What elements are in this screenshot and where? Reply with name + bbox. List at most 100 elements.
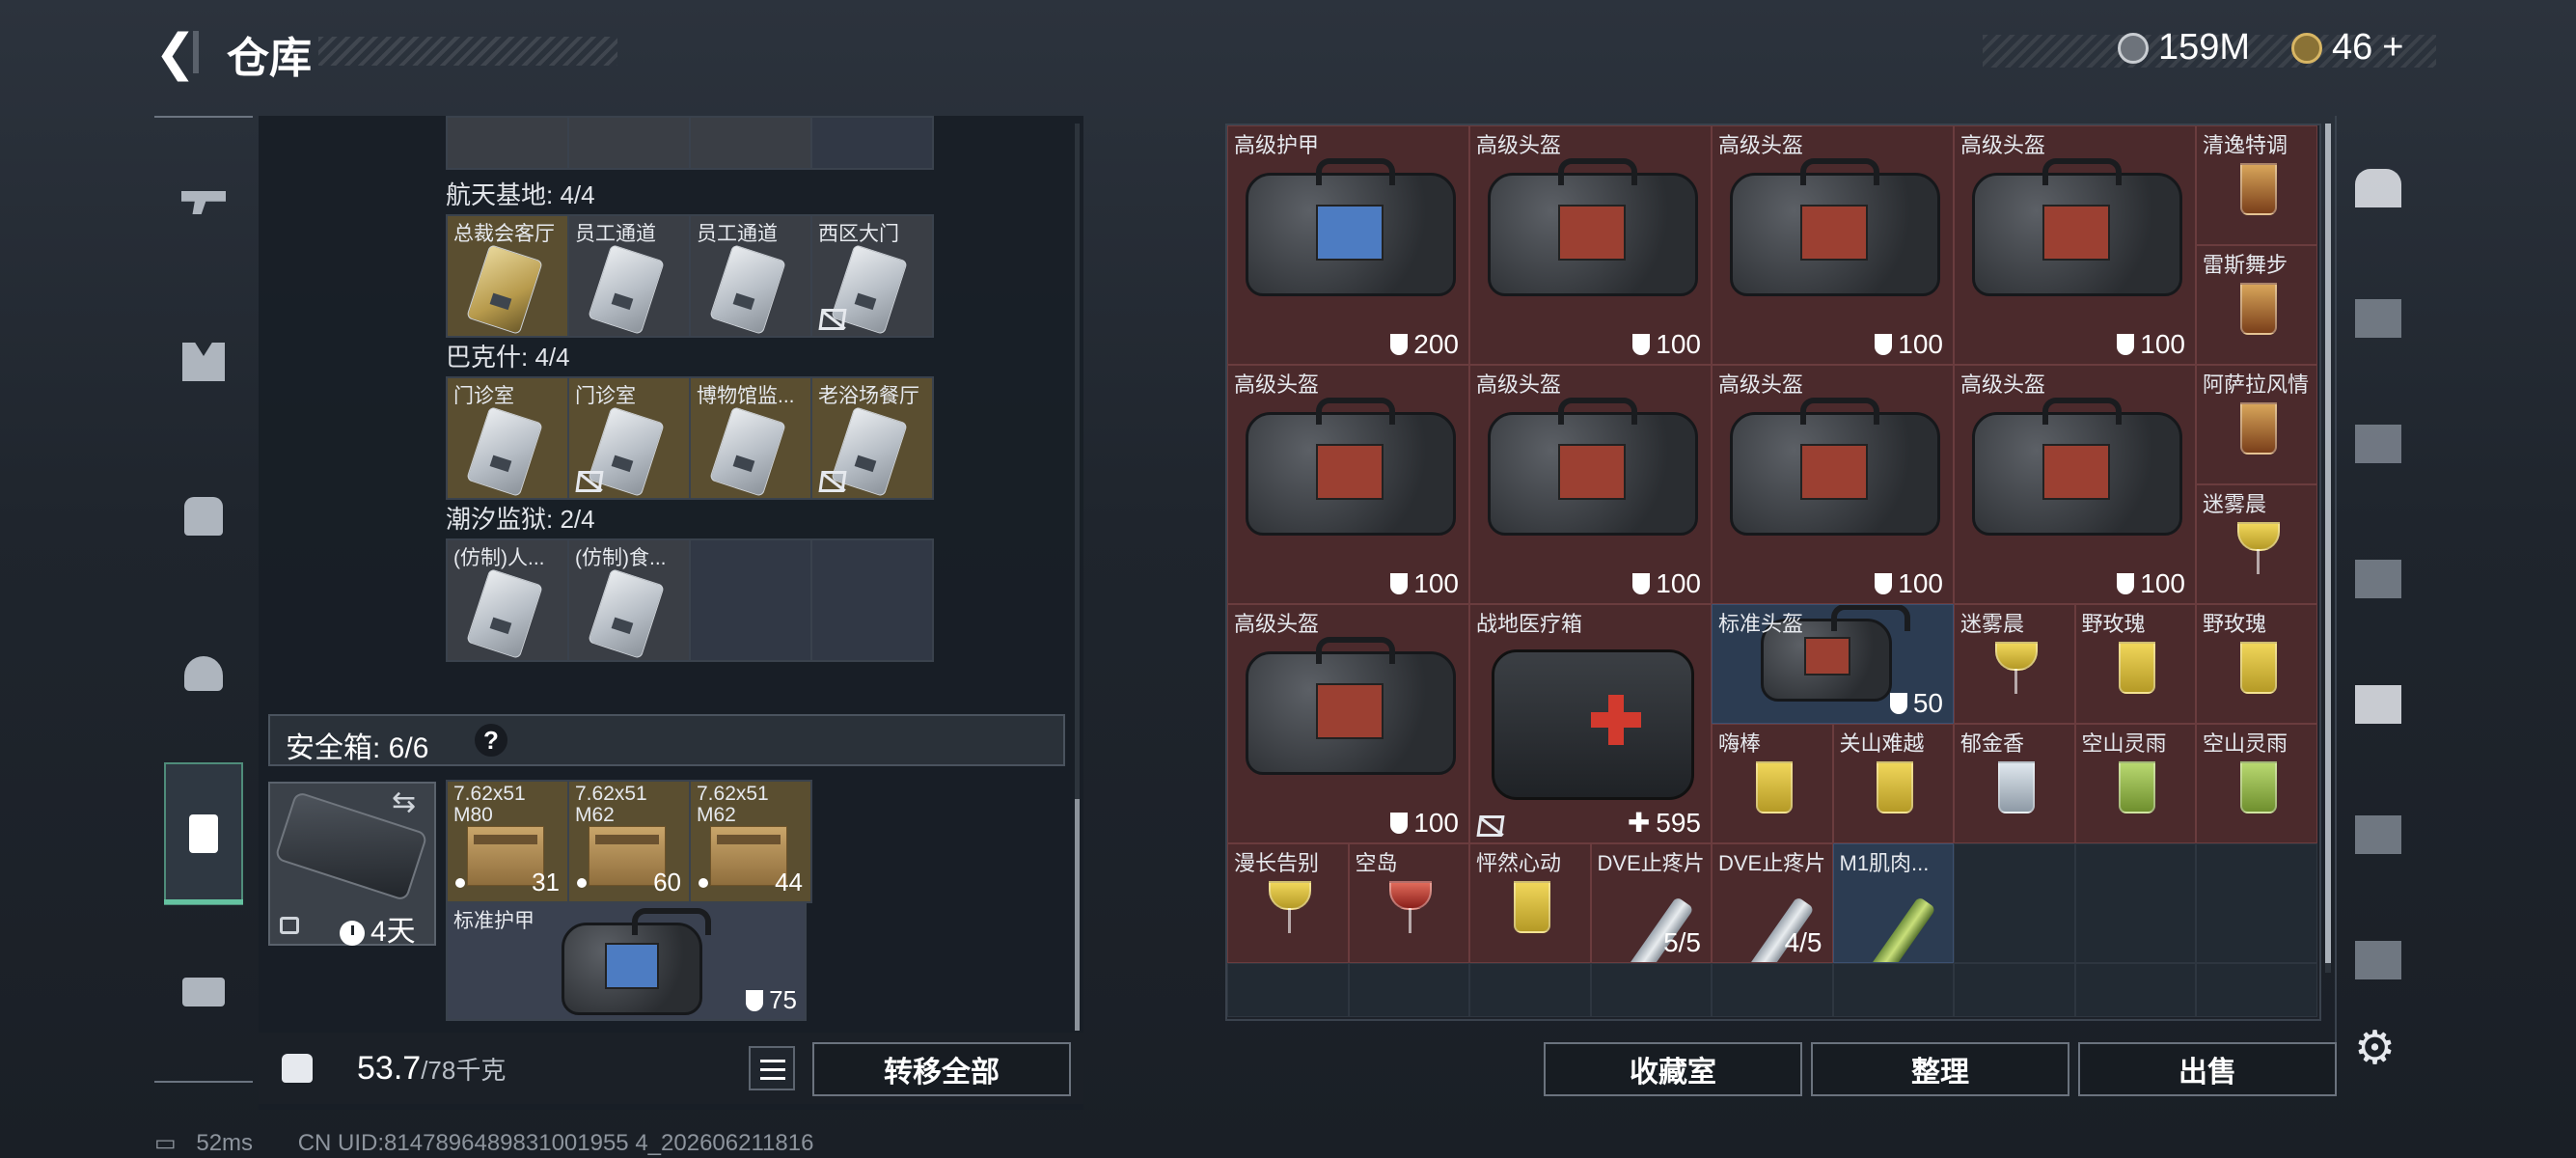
keycard-slot-empty[interactable] (812, 118, 932, 168)
nav-armor[interactable] (154, 314, 253, 410)
grid-cell-empty[interactable] (1227, 963, 1349, 1017)
list-icon-line (760, 1077, 785, 1080)
left-scroll-thumb[interactable] (1075, 799, 1080, 1031)
warehouse-item[interactable]: 迷雾晨 (2196, 484, 2317, 604)
currency-triangle[interactable]: 46 + (2291, 27, 2403, 69)
item-label: 迷雾晨 (2203, 492, 2267, 516)
grid-cell-empty[interactable] (1348, 963, 1469, 1017)
warehouse-item[interactable]: 清逸特调 (2196, 125, 2317, 245)
warehouse-item[interactable]: 高级头盔 100 (1712, 125, 1954, 365)
nav-weapons[interactable] (154, 154, 253, 251)
warehouse-item[interactable]: 空山灵雨 (2074, 724, 2196, 843)
collection-room-button[interactable]: 收藏室 (1544, 1042, 1802, 1096)
grid-cell-empty[interactable] (2196, 843, 2317, 963)
keycard-slot[interactable]: 西区大门 (812, 216, 932, 336)
warehouse-item[interactable]: 漫长告别 (1227, 843, 1349, 963)
tab-warehouse-main[interactable] (2344, 154, 2412, 222)
warehouse-item[interactable]: 高级头盔 100 (1469, 125, 1712, 365)
keycard-slot[interactable]: (仿制)食... (569, 540, 689, 660)
grid-cell-empty[interactable] (2196, 963, 2317, 1017)
keycard-slot[interactable]: 总裁会客厅 (448, 216, 567, 336)
warehouse-item[interactable]: 雷斯舞步 (2196, 245, 2317, 365)
keycard-slot[interactable]: 博物馆监... (691, 378, 810, 498)
tab-warehouse-iii-a[interactable] (2344, 545, 2412, 613)
settings-gear-icon[interactable]: ⚙ (2354, 1021, 2396, 1075)
lock-icon (280, 917, 299, 934)
left-scrollbar[interactable] (1075, 124, 1080, 1031)
grid-cell-empty[interactable] (1712, 963, 1833, 1017)
keycard-slot[interactable]: 门诊室 (569, 378, 689, 498)
armor-label: 标准护甲 (453, 910, 534, 932)
grid-cell-empty[interactable] (2074, 843, 2196, 963)
ammo-slot[interactable]: 7.62x51 M62 44 (691, 782, 810, 901)
safe-box-armor-slot[interactable]: 标准护甲 75 (446, 901, 807, 1021)
keycard-slot[interactable]: (仿制)人... (448, 540, 567, 660)
keycard-slot[interactable]: 员工通道 (569, 216, 689, 336)
item-label: 高级头盔 (1476, 133, 1562, 157)
keycard-slot[interactable]: 老浴场餐厅 (812, 378, 932, 498)
warehouse-item[interactable]: 野玫瑰 (2196, 604, 2317, 724)
warehouse-item[interactable]: 郁金香 (1954, 724, 2075, 843)
warehouse-item[interactable]: 战地医疗箱 ✚ 595 (1469, 604, 1712, 843)
warehouse-item[interactable]: 高级头盔 100 (1227, 604, 1469, 843)
shield-icon (2117, 334, 2135, 355)
keycard-slot-empty[interactable] (691, 540, 810, 660)
keycard-slot[interactable]: 员工通道 (691, 216, 810, 336)
tab-warehouse-iv-b[interactable] (2344, 410, 2412, 478)
grid-cell-empty[interactable] (1832, 963, 1954, 1017)
keycard-label: 员工通道 (697, 223, 778, 245)
warehouse-item[interactable]: 高级头盔 100 (1712, 365, 1954, 604)
nav-helmet[interactable] (154, 625, 253, 722)
warehouse-item[interactable]: 高级护甲 200 (1227, 125, 1469, 365)
warehouse-item[interactable]: 野玫瑰 (2074, 604, 2196, 724)
right-scrollbar[interactable] (2325, 124, 2331, 973)
item-value-text: 100 (1656, 568, 1701, 598)
warehouse-item[interactable]: 空岛 (1348, 843, 1469, 963)
grid-cell-empty[interactable] (2074, 963, 2196, 1017)
nav-toolbox[interactable] (154, 944, 253, 1040)
warehouse-item[interactable]: 怦然心动 (1469, 843, 1591, 963)
keycard-slot-empty[interactable] (812, 540, 932, 660)
item-value: 100 (1632, 568, 1701, 599)
add-currency-icon[interactable]: + (2382, 27, 2403, 69)
nav-backpack[interactable] (154, 468, 253, 565)
warehouse-item[interactable]: M1肌肉... (1832, 843, 1954, 963)
help-icon[interactable]: ? (475, 724, 507, 757)
warehouse-item[interactable]: 迷雾晨 (1954, 604, 2075, 724)
sell-button[interactable]: 出售 (2078, 1042, 2337, 1096)
warehouse-item[interactable]: 空山灵雨 (2196, 724, 2317, 843)
grid-cell-empty[interactable] (1954, 843, 2075, 963)
tab-warehouse-iii-b[interactable] (2344, 926, 2412, 994)
warehouse-item[interactable]: 高级头盔 100 (1954, 365, 2196, 604)
warehouse-item[interactable]: DVE止疼片 5/5 (1590, 843, 1712, 963)
item-value-text: 100 (1656, 329, 1701, 359)
tab-warehouse-v[interactable] (2344, 801, 2412, 868)
warehouse-item[interactable]: DVE止疼片 4/5 (1712, 843, 1833, 963)
keycard-slot[interactable] (691, 118, 810, 168)
warehouse-item[interactable]: 高级头盔 100 (1469, 365, 1712, 604)
right-scroll-thumb[interactable] (2325, 124, 2331, 963)
grid-cell-empty[interactable] (1590, 963, 1712, 1017)
item-label: 雷斯舞步 (2203, 253, 2288, 277)
warehouse-item[interactable]: 高级头盔 100 (1954, 125, 2196, 365)
warehouse-item[interactable]: 高级头盔 100 (1227, 365, 1469, 604)
tab-warehouse-iv-add[interactable] (2344, 671, 2412, 738)
transfer-all-button[interactable]: 转移全部 (812, 1042, 1071, 1096)
keycard-slot[interactable] (448, 118, 567, 168)
sort-button[interactable]: 整理 (1811, 1042, 2069, 1096)
tab-warehouse-iv-a[interactable] (2344, 285, 2412, 352)
keycard-slot[interactable]: 门诊室 (448, 378, 567, 498)
grid-cell-empty[interactable] (1954, 963, 2075, 1017)
keycard-slot[interactable] (569, 118, 689, 168)
nav-safe-box[interactable] (164, 762, 243, 905)
grid-cell-empty[interactable] (1469, 963, 1591, 1017)
ammo-slot[interactable]: 7.62x51 M62 60 (569, 782, 689, 901)
keycard-label: 西区大门 (818, 223, 899, 245)
warehouse-item[interactable]: 嗨棒 (1712, 724, 1833, 843)
ammo-slot[interactable]: 7.62x51 M80 31 (448, 782, 567, 901)
list-view-button[interactable] (749, 1046, 795, 1090)
warehouse-item[interactable]: 关山难越 (1832, 724, 1954, 843)
warehouse-item[interactable]: 阿萨拉风情 (2196, 365, 2317, 484)
warehouse-item[interactable]: 标准头盔 50 (1712, 604, 1954, 724)
swap-icon[interactable]: ⇆ (392, 786, 416, 819)
